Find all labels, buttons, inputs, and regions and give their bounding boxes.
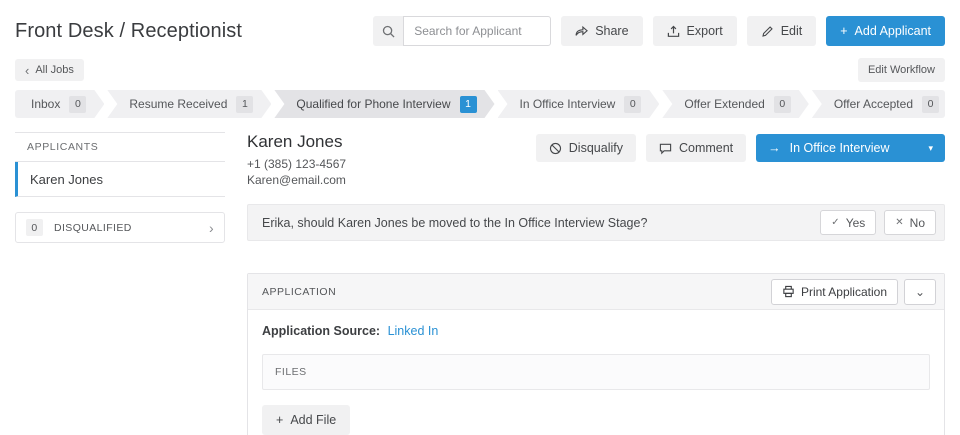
pipeline-stage[interactable]: In Office Interview 0 (498, 90, 660, 118)
stage-count-badge: 0 (69, 96, 86, 113)
applicant-list-name: Karen Jones (30, 171, 103, 187)
yes-label: Yes (845, 215, 866, 230)
comment-label: Comment (678, 141, 734, 155)
stage-label: In Office Interview (519, 97, 616, 111)
applicant-header: Karen Jones +1 (385) 123-4567 Karen@emai… (247, 132, 945, 188)
edit-workflow-button[interactable]: Edit Workflow (857, 58, 945, 82)
move-stage-button[interactable]: → In Office Interview ▾ (756, 134, 945, 162)
application-title: APPLICATION (262, 285, 337, 298)
application-header-actions: Print Application ⌄ (770, 278, 936, 305)
all-jobs-label: All Jobs (35, 64, 74, 76)
edit-workflow-label: Edit Workflow (867, 64, 935, 76)
page-title: Front Desk / Receptionist (15, 19, 243, 42)
plus-icon: + (840, 24, 848, 38)
applicants-header: APPLICANTS (15, 132, 225, 162)
applicant-contact: +1 (385) 123-4567 Karen@email.com (247, 156, 346, 188)
pipeline: Inbox 0 Resume Received 1 Qualified for Phon… (15, 90, 945, 118)
collapse-section-button[interactable]: ⌄ (904, 278, 936, 305)
comment-button[interactable]: Comment (645, 134, 747, 162)
stage-label: Qualified for Phone Interview (296, 97, 451, 111)
edit-pencil-icon (761, 25, 774, 38)
main-panel: Karen Jones +1 (385) 123-4567 Karen@emai… (247, 132, 945, 435)
prompt-message: Erika, should Karen Jones be moved to th… (262, 215, 648, 230)
close-icon: ✕ (895, 216, 904, 228)
pipeline-stage[interactable]: Offer Extended 0 (662, 90, 809, 118)
pipeline-stage[interactable]: Offer Accepted 0 (812, 90, 945, 118)
stage-label: Offer Accepted (833, 97, 913, 111)
files-section-header: FILES (262, 354, 930, 390)
application-source-link[interactable]: Linked In (388, 324, 439, 338)
stage-count-badge: 1 (236, 96, 253, 113)
search-icon[interactable] (373, 16, 404, 46)
disqualify-label: Disqualify (568, 141, 623, 155)
export-icon (667, 25, 680, 38)
print-application-label: Print Application (800, 284, 887, 299)
content: APPLICANTS Karen Jones 0 DISQUALIFIED › … (15, 132, 945, 435)
yes-button[interactable]: ✓ Yes (820, 210, 877, 235)
export-button[interactable]: Export (652, 16, 737, 46)
all-jobs-button[interactable]: ‹ All Jobs (15, 59, 84, 81)
add-applicant-label: Add Applicant (854, 24, 931, 38)
stage-count-badge: 0 (922, 96, 939, 113)
stage-count-badge: 1 (460, 96, 477, 113)
application-card-body: Application Source: Linked In FILES + Ad… (248, 310, 944, 435)
share-button[interactable]: Share (561, 16, 643, 46)
sidebar-item-applicant[interactable]: Karen Jones (15, 162, 225, 197)
disqualified-count-badge: 0 (26, 219, 43, 236)
print-application-button[interactable]: Print Application (770, 278, 898, 305)
page: Front Desk / Receptionist Share Export (0, 0, 960, 435)
add-file-button[interactable]: + Add File (262, 405, 351, 435)
check-icon: ✓ (831, 216, 840, 228)
search-group (373, 16, 552, 46)
edit-button[interactable]: Edit (746, 16, 817, 46)
chevron-left-icon: ‹ (25, 62, 30, 78)
applicant-name: Karen Jones (247, 132, 343, 151)
edit-label: Edit (780, 24, 803, 38)
add-file-label: Add File (290, 413, 337, 427)
application-card-header: APPLICATION Print Application ⌄ (248, 274, 944, 310)
disqualify-icon (549, 142, 562, 155)
prompt-actions: ✓ Yes ✕ No (820, 210, 936, 235)
stage-count-badge: 0 (774, 96, 791, 113)
disqualify-button[interactable]: Disqualify (535, 134, 636, 162)
share-label: Share (595, 24, 629, 38)
share-icon (575, 25, 589, 38)
stage-label: Resume Received (129, 97, 228, 111)
move-stage-label: In Office Interview (789, 141, 890, 155)
disqualified-label: DISQUALIFIED (54, 221, 132, 234)
applicant-info: Karen Jones +1 (385) 123-4567 Karen@emai… (247, 132, 346, 188)
prompt-banner: Erika, should Karen Jones be moved to th… (247, 204, 945, 241)
no-label: No (909, 215, 925, 230)
plus-icon: + (276, 413, 284, 427)
disqualified-section[interactable]: 0 DISQUALIFIED › (15, 212, 225, 243)
application-source-row: Application Source: Linked In (262, 324, 930, 338)
pipeline-stage[interactable]: Qualified for Phone Interview 1 (274, 90, 494, 118)
applicant-email: Karen@email.com (247, 173, 346, 187)
chevron-right-icon: › (208, 219, 214, 236)
pipeline-stage[interactable]: Inbox 0 (15, 90, 104, 118)
pipeline-stage[interactable]: Resume Received 1 (107, 90, 271, 118)
applicants-sidebar: APPLICANTS Karen Jones 0 DISQUALIFIED › (15, 132, 225, 243)
header-actions: Share Export Edit + Add Applicant (373, 16, 945, 46)
application-source-label: Application Source: (262, 324, 381, 338)
application-card: APPLICATION Print Application ⌄ Applicat… (247, 273, 945, 435)
applicant-actions: Disqualify Comment → In Office Interview… (535, 132, 945, 162)
stage-label: Offer Extended (684, 97, 765, 111)
no-button[interactable]: ✕ No (884, 210, 936, 235)
stage-count-badge: 0 (624, 96, 641, 113)
page-header: Front Desk / Receptionist Share Export (15, 0, 945, 46)
comment-icon (659, 142, 672, 155)
stage-label: Inbox (31, 97, 61, 111)
export-label: Export (686, 24, 723, 38)
search-input[interactable] (403, 16, 552, 46)
add-applicant-button[interactable]: + Add Applicant (826, 16, 945, 46)
printer-icon (782, 285, 795, 298)
caret-down-icon: ▾ (928, 142, 933, 153)
applicant-phone: +1 (385) 123-4567 (247, 157, 347, 171)
secondary-toolbar: ‹ All Jobs Edit Workflow (15, 58, 945, 82)
arrow-right-icon: → (768, 141, 781, 155)
chevron-down-icon: ⌄ (914, 284, 926, 299)
